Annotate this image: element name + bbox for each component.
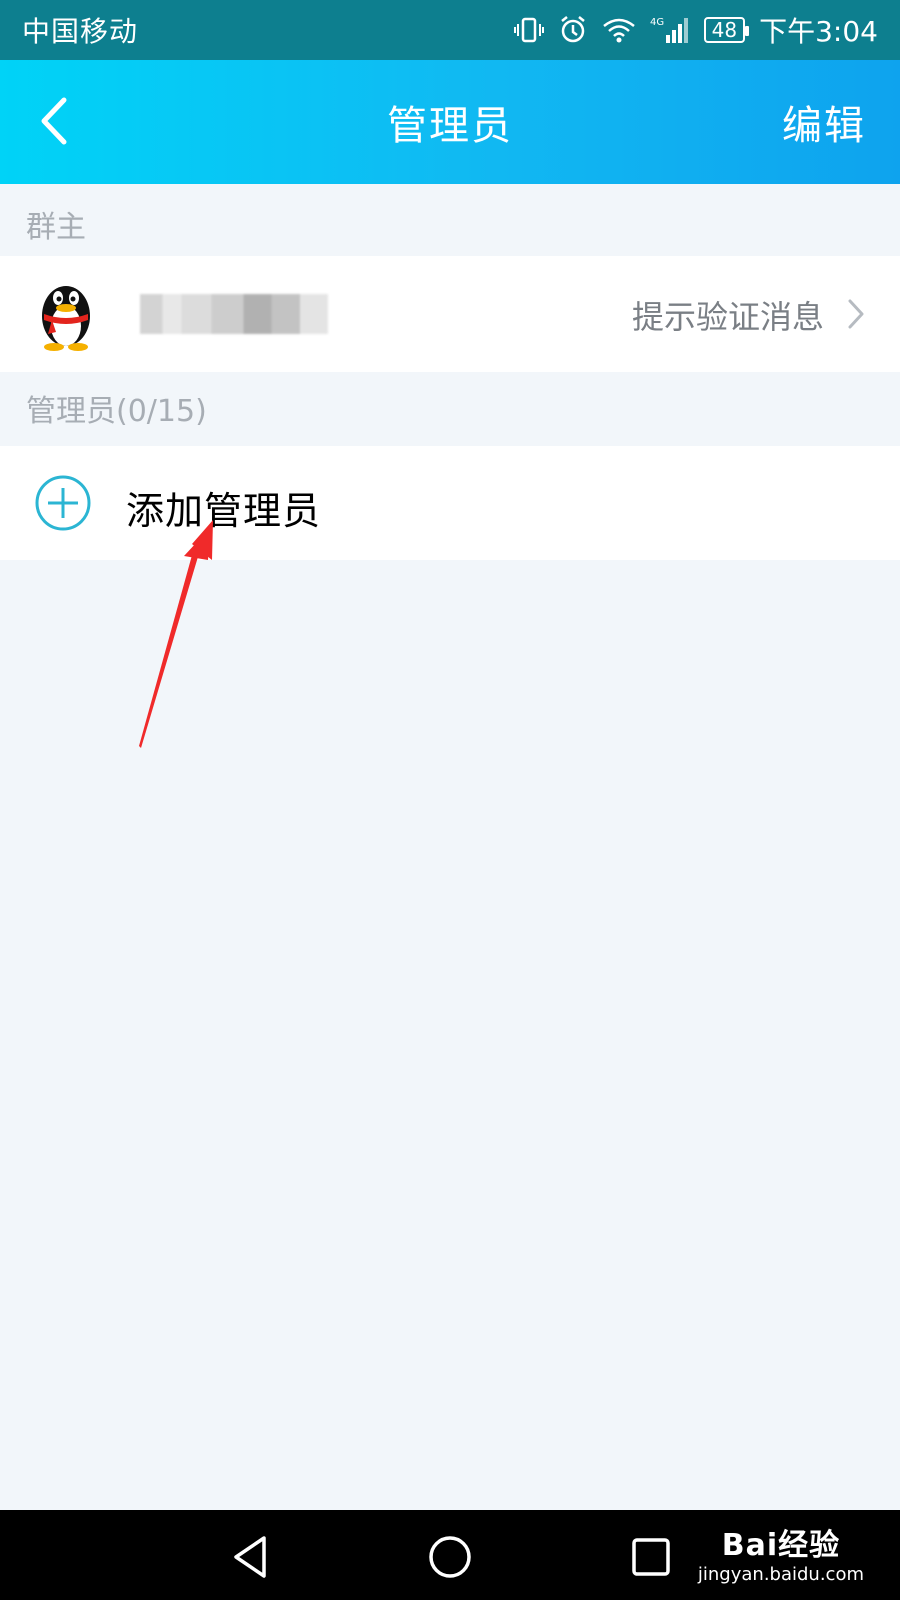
system-nav-bar: Bai经验 jingyan.baidu.com	[0, 1510, 900, 1600]
admin-section-label: 管理员(0/15)	[26, 394, 207, 429]
annotation-arrow	[139, 520, 213, 748]
signal-icon: 4G	[650, 15, 690, 45]
chevron-right-icon	[848, 299, 864, 329]
network-type-label: 4G	[650, 17, 664, 28]
watermark-url: jingyan.baidu.com	[697, 1564, 864, 1585]
alarm-icon	[558, 15, 588, 45]
verify-hint-label: 提示验证消息	[631, 298, 824, 336]
nav-home-button[interactable]	[425, 1532, 475, 1582]
add-admin-row[interactable]: 添加管理员	[0, 446, 900, 560]
back-triangle-icon	[234, 1536, 266, 1578]
clock: 下午3:04	[759, 15, 878, 48]
edit-button[interactable]: 编辑	[782, 93, 866, 151]
owner-row[interactable]: 提示验证消息	[0, 256, 900, 372]
back-button[interactable]	[34, 96, 78, 146]
home-circle-icon	[429, 1536, 471, 1578]
plus-circle-icon	[35, 475, 91, 531]
blurred-owner-name	[140, 294, 328, 334]
owner-section-label: 群主	[26, 210, 86, 245]
status-icons: 4G 48 下午3:04	[513, 10, 878, 50]
status-bar: 中国移动 4G 48 下午3:04	[0, 0, 900, 60]
baidu-jingyan-watermark: Bai经验 jingyan.baidu.com	[698, 1520, 864, 1585]
chevron-left-icon	[41, 97, 67, 145]
carrier-name: 中国移动	[22, 15, 139, 48]
battery-icon: 48	[703, 17, 750, 43]
recents-square-icon	[632, 1538, 670, 1576]
qq-penguin-avatar	[42, 286, 90, 351]
page-title: 管理员	[387, 103, 513, 149]
vibrate-icon	[513, 16, 544, 44]
title-bar: 管理员 编辑	[0, 60, 900, 184]
nav-back-button[interactable]	[226, 1532, 276, 1582]
wifi-icon	[602, 16, 636, 44]
nav-recents-button[interactable]	[626, 1532, 676, 1582]
add-admin-label: 添加管理员	[126, 489, 322, 533]
watermark-brand: Bai经验	[721, 1528, 841, 1563]
